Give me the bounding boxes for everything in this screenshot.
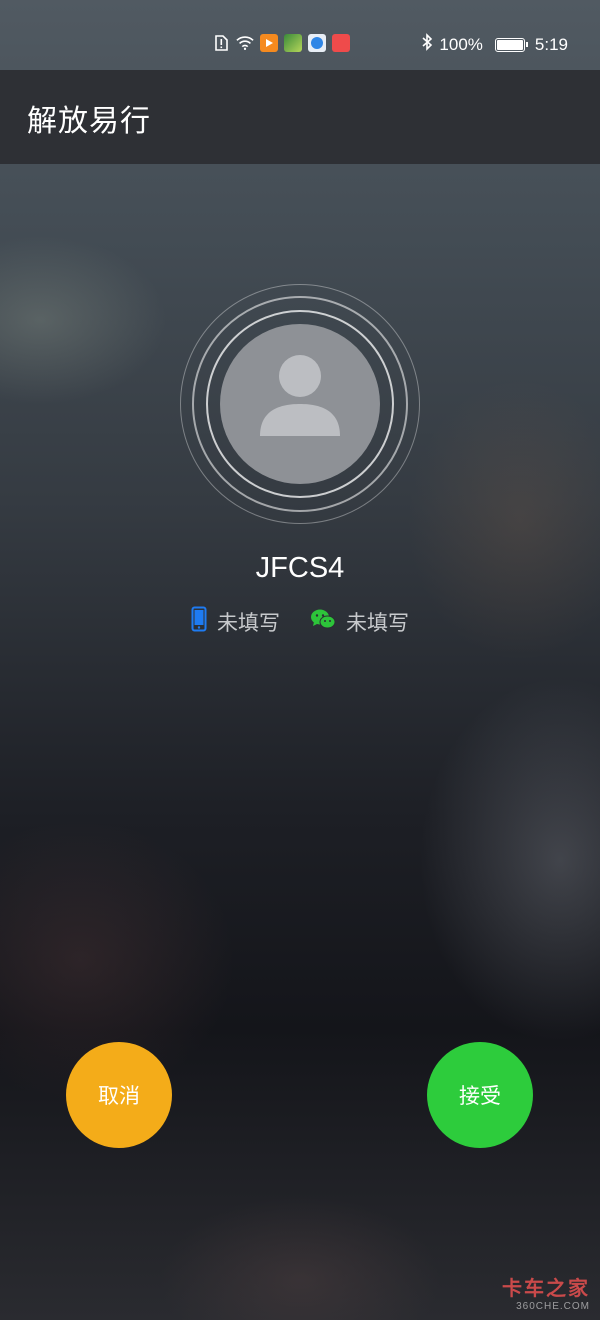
bluetooth-icon bbox=[421, 33, 433, 56]
shopping-app-icon bbox=[332, 34, 350, 52]
user-silhouette-icon bbox=[260, 355, 340, 436]
cancel-button[interactable]: 取消 bbox=[66, 1042, 172, 1148]
accept-button[interactable]: 接受 bbox=[427, 1042, 533, 1148]
phone-icon bbox=[191, 606, 207, 637]
accept-button-label: 接受 bbox=[459, 1084, 501, 1108]
browser-app-icon bbox=[308, 34, 326, 52]
avatar bbox=[220, 324, 380, 484]
caller-contacts: 未填写 未填写 bbox=[0, 606, 600, 637]
app-title: 解放易行 bbox=[27, 104, 151, 139]
phone-value: 未填写 bbox=[217, 610, 280, 635]
battery-percent: 100% bbox=[439, 34, 483, 54]
battery-charging-icon bbox=[494, 37, 528, 52]
wechat-icon bbox=[310, 608, 336, 635]
watermark-main: 卡车之家 bbox=[502, 1276, 590, 1300]
phone-contact: 未填写 bbox=[191, 606, 280, 637]
game-app-icon bbox=[284, 34, 302, 52]
status-time: 5:19 bbox=[534, 34, 568, 54]
video-app-icon bbox=[260, 34, 278, 52]
watermark-sub: 360CHE.COM bbox=[516, 1301, 590, 1312]
watermark-logo: 卡车之家 360CHE.COM bbox=[502, 1272, 590, 1312]
cancel-button-label: 取消 bbox=[98, 1084, 140, 1108]
incoming-call-screen: 100% 5:19 解放易行 JFCS4 未填写 未填写 取消 接受 卡车之家 … bbox=[0, 0, 600, 1320]
caller-avatar-rings bbox=[180, 284, 420, 524]
wechat-value: 未填写 bbox=[346, 610, 409, 635]
caller-name: JFCS4 bbox=[255, 552, 345, 584]
notification-icons bbox=[212, 34, 350, 52]
wifi-icon bbox=[236, 34, 254, 52]
app-bar: 解放易行 bbox=[0, 70, 600, 164]
wechat-contact: 未填写 bbox=[310, 606, 409, 637]
status-right: 100% 5:19 bbox=[421, 33, 568, 56]
sim-alert-icon bbox=[212, 34, 230, 52]
status-bar: 100% 5:19 bbox=[0, 0, 600, 70]
